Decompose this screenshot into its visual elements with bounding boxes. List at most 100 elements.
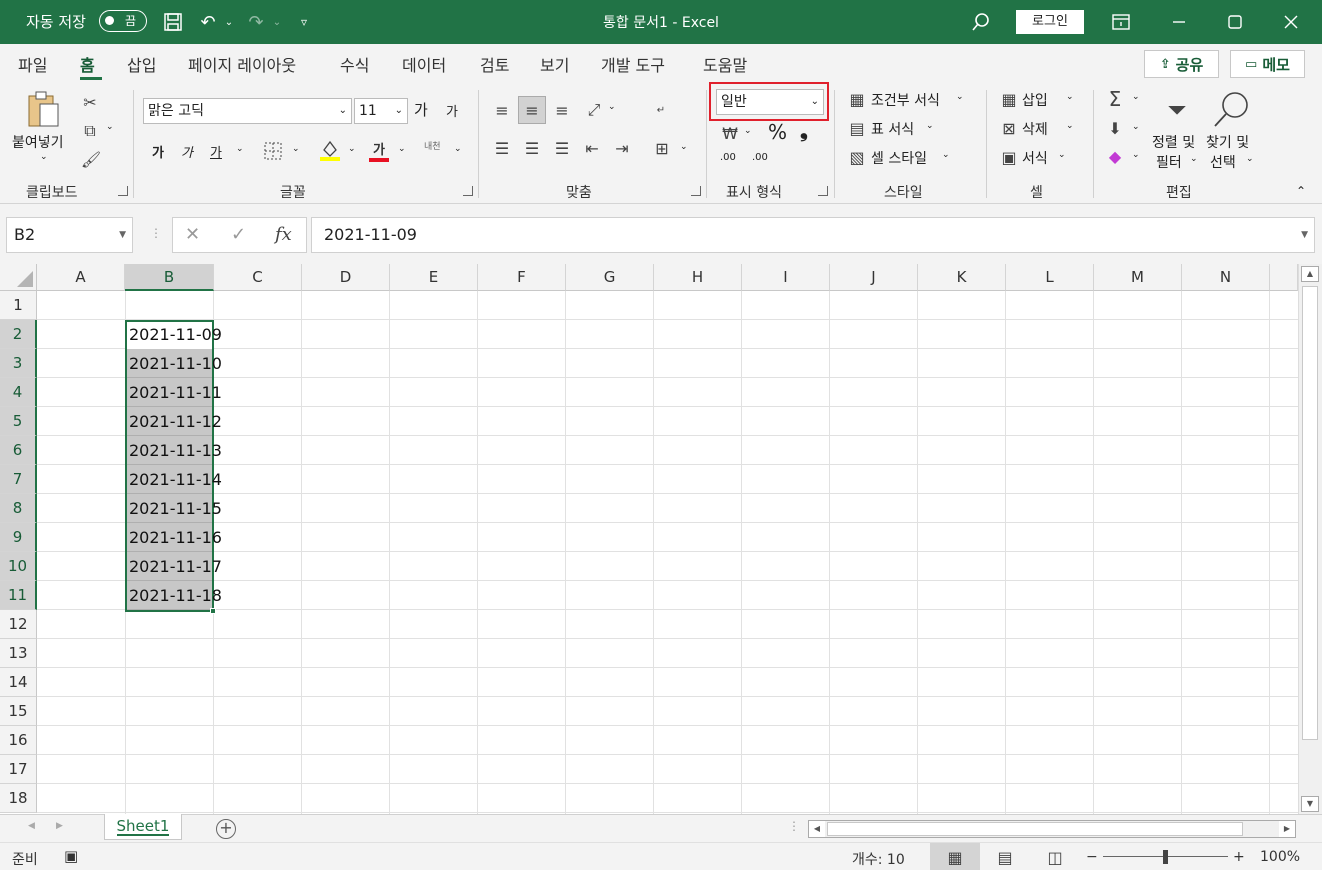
row-header[interactable]: 15 bbox=[0, 697, 37, 726]
row-header[interactable]: 1 bbox=[0, 291, 37, 320]
font-color-dropdown-icon[interactable]: ⌄ bbox=[398, 144, 406, 154]
comma-style-button[interactable]: ❟ bbox=[800, 118, 808, 142]
column-header[interactable]: F bbox=[478, 264, 566, 291]
row-header[interactable]: 14 bbox=[0, 668, 37, 697]
row-header[interactable]: 17 bbox=[0, 755, 37, 784]
borders-icon[interactable] bbox=[262, 140, 284, 162]
row-header[interactable]: 13 bbox=[0, 639, 37, 668]
phonetic-dropdown-icon[interactable]: ⌄ bbox=[454, 144, 462, 154]
italic-button[interactable]: 가 bbox=[181, 142, 193, 161]
fill-color-dropdown-icon[interactable]: ⌄ bbox=[348, 144, 356, 154]
row-header[interactable]: 4 bbox=[0, 378, 37, 407]
cell-styles-icon[interactable]: ▧ bbox=[846, 148, 868, 167]
insert-dropdown-icon[interactable]: ⌄ bbox=[1066, 92, 1074, 102]
tab-view[interactable]: 보기 bbox=[540, 52, 569, 76]
cell-b7[interactable]: 2021-11-14 bbox=[125, 465, 222, 494]
column-header[interactable] bbox=[1270, 264, 1298, 291]
tab-home[interactable]: 홈 bbox=[80, 52, 95, 76]
cell-b11[interactable]: 2021-11-18 bbox=[125, 581, 222, 610]
scroll-left-icon[interactable]: ◀ bbox=[809, 821, 825, 837]
zoom-slider-thumb[interactable] bbox=[1163, 850, 1168, 864]
column-header[interactable]: H bbox=[654, 264, 742, 291]
insert-cells-button[interactable]: 삽입 bbox=[1022, 90, 1048, 110]
column-header[interactable]: K bbox=[918, 264, 1006, 291]
find-select-label-2[interactable]: 선택 bbox=[1210, 152, 1236, 172]
search-icon[interactable] bbox=[968, 9, 994, 35]
insert-cells-icon[interactable]: ▦ bbox=[998, 90, 1020, 109]
underline-button[interactable]: 가 bbox=[210, 142, 222, 161]
memo-button[interactable]: ▭ 메모 bbox=[1230, 50, 1305, 78]
column-header[interactable]: L bbox=[1006, 264, 1094, 291]
column-header[interactable]: N bbox=[1182, 264, 1270, 291]
column-header[interactable]: G bbox=[566, 264, 654, 291]
align-center-icon[interactable]: ☰ bbox=[520, 136, 544, 160]
row-header[interactable]: 11 bbox=[0, 581, 37, 610]
decrease-indent-icon[interactable]: ⇤ bbox=[580, 136, 604, 160]
cell-b10[interactable]: 2021-11-17 bbox=[125, 552, 222, 581]
autosum-dropdown-icon[interactable]: ⌄ bbox=[1132, 92, 1140, 102]
clear-icon[interactable]: ◆ bbox=[1104, 146, 1126, 166]
format-cells-icon[interactable]: ▣ bbox=[998, 148, 1020, 167]
fill-dropdown-icon[interactable]: ⌄ bbox=[1132, 122, 1140, 132]
column-header[interactable]: J bbox=[830, 264, 918, 291]
scroll-down-icon[interactable]: ▼ bbox=[1301, 796, 1319, 812]
orientation-dropdown-icon[interactable]: ⌄ bbox=[608, 102, 616, 112]
bold-button[interactable]: 가 bbox=[152, 142, 164, 161]
row-header[interactable]: 3 bbox=[0, 349, 37, 378]
cell-b9[interactable]: 2021-11-16 bbox=[125, 523, 222, 552]
tab-developer[interactable]: 개발 도구 bbox=[601, 52, 665, 76]
save-icon[interactable] bbox=[160, 9, 186, 35]
format-dropdown-icon[interactable]: ⌄ bbox=[1058, 150, 1066, 160]
align-middle-icon[interactable]: ≡ bbox=[518, 96, 546, 124]
align-right-icon[interactable]: ☰ bbox=[550, 136, 574, 160]
tab-help[interactable]: 도움말 bbox=[703, 52, 747, 76]
chevron-down-icon[interactable]: ▼ bbox=[1301, 218, 1308, 252]
column-header[interactable]: A bbox=[37, 264, 125, 291]
clear-dropdown-icon[interactable]: ⌄ bbox=[1132, 150, 1140, 160]
delete-cells-button[interactable]: 삭제 bbox=[1022, 119, 1048, 139]
accounting-format-icon[interactable]: ₩ bbox=[718, 122, 742, 144]
borders-dropdown-icon[interactable]: ⌄ bbox=[292, 144, 300, 154]
ribbon-display-icon[interactable] bbox=[1108, 9, 1134, 35]
undo-icon[interactable]: ↶ bbox=[196, 9, 220, 35]
align-left-icon[interactable]: ☰ bbox=[490, 136, 514, 160]
tab-page-layout[interactable]: 페이지 레이아웃 bbox=[188, 52, 296, 76]
next-sheet-icon[interactable]: ▶ bbox=[56, 821, 63, 831]
column-header[interactable]: D bbox=[302, 264, 390, 291]
insert-function-icon[interactable]: fx bbox=[275, 224, 292, 245]
cell-b6[interactable]: 2021-11-13 bbox=[125, 436, 222, 465]
row-header[interactable]: 5 bbox=[0, 407, 37, 436]
increase-indent-icon[interactable]: ⇥ bbox=[610, 136, 634, 160]
close-icon[interactable] bbox=[1278, 9, 1304, 35]
scroll-thumb[interactable] bbox=[1302, 286, 1318, 740]
find-select-icon[interactable] bbox=[1210, 88, 1252, 130]
scroll-right-icon[interactable]: ▶ bbox=[1279, 821, 1295, 837]
sort-filter-dropdown-icon[interactable]: ⌄ bbox=[1190, 154, 1198, 164]
copy-dropdown-icon[interactable]: ⌄ bbox=[106, 122, 114, 132]
customize-qat-icon[interactable]: ▿ bbox=[294, 9, 314, 35]
font-launcher-icon[interactable] bbox=[463, 186, 473, 196]
fill-icon[interactable]: ⬇ bbox=[1104, 118, 1126, 138]
find-select-label-1[interactable]: 찾기 및 bbox=[1206, 132, 1249, 152]
grow-font-icon[interactable]: 가 bbox=[414, 99, 428, 120]
redo-icon[interactable]: ↷ bbox=[244, 9, 268, 35]
number-launcher-icon[interactable] bbox=[818, 186, 828, 196]
sort-filter-label-2[interactable]: 필터 bbox=[1156, 152, 1182, 172]
paste-icon[interactable] bbox=[24, 90, 64, 130]
undo-dropdown-icon[interactable]: ⌄ bbox=[222, 9, 236, 35]
login-button[interactable]: 로그인 bbox=[1016, 10, 1084, 34]
column-header[interactable]: I bbox=[742, 264, 830, 291]
formula-input[interactable]: 2021-11-09 ▼ bbox=[311, 217, 1315, 253]
column-header[interactable]: B bbox=[125, 264, 214, 291]
tab-data[interactable]: 데이터 bbox=[402, 52, 446, 76]
cut-icon[interactable]: ✂ bbox=[80, 92, 100, 112]
paste-dropdown-icon[interactable]: ⌄ bbox=[40, 152, 48, 162]
column-header[interactable]: M bbox=[1094, 264, 1182, 291]
decrease-decimal-button[interactable]: .00 bbox=[752, 152, 768, 163]
sort-filter-label-1[interactable]: 정렬 및 bbox=[1152, 132, 1195, 152]
find-dropdown-icon[interactable]: ⌄ bbox=[1246, 154, 1254, 164]
row-header[interactable]: 2 bbox=[0, 320, 37, 349]
merge-dropdown-icon[interactable]: ⌄ bbox=[680, 142, 688, 152]
shrink-font-icon[interactable]: 가 bbox=[446, 101, 458, 120]
cell-styles-button[interactable]: 셀 스타일 bbox=[871, 148, 927, 168]
